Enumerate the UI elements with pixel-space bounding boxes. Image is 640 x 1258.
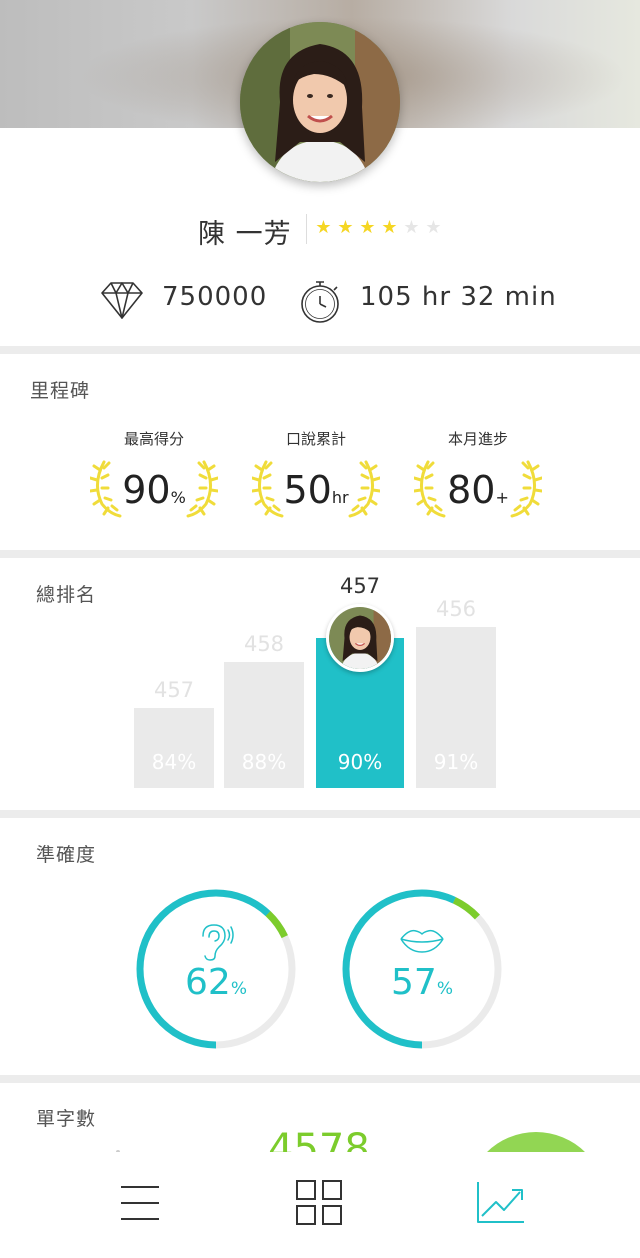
milestone-label: 本月進步 <box>447 430 508 448</box>
nav-grid-button[interactable] <box>290 1180 350 1230</box>
words-title: 單字數 <box>36 1108 97 1130</box>
profile-stats: 750000 105 hr 32 min <box>0 276 640 324</box>
milestone-label: 口說累計 <box>285 430 346 448</box>
ranking-bar-rank: 457 <box>153 678 195 702</box>
ranking-bar-rank: 458 <box>243 632 285 656</box>
section-separator <box>0 1075 640 1083</box>
ranking-bar-percent: 90% <box>337 750 383 774</box>
profile-name-row: 陳 一芳 ★ ★ ★ ★ ★ ★ <box>0 208 640 252</box>
star-filled-icon: ★ <box>359 217 376 238</box>
ranking-title: 總排名 <box>36 584 97 606</box>
star-filled-icon: ★ <box>381 217 398 238</box>
milestone-value: 50hr <box>283 468 349 512</box>
star-empty-icon: ★ <box>403 217 420 238</box>
milestones-title: 里程碑 <box>30 380 91 402</box>
listening-accuracy-value: 62% <box>185 962 247 1003</box>
milestone-item: 最高得分 90% <box>84 428 224 528</box>
diamond-icon <box>100 278 144 326</box>
accuracy-title: 準確度 <box>36 844 97 866</box>
grid-icon <box>296 1180 344 1230</box>
profile-avatar[interactable] <box>240 22 400 182</box>
bottom-navigation <box>0 1152 640 1258</box>
ranking-bar-percent: 91% <box>433 750 479 774</box>
ear-icon <box>195 922 235 966</box>
speaking-accuracy-value: 57% <box>391 962 453 1003</box>
milestone-value: 90% <box>122 468 186 512</box>
milestone-item: 本月進步 80+ <box>408 428 548 528</box>
nav-chart-button[interactable] <box>470 1180 530 1230</box>
nav-menu-button[interactable] <box>110 1180 170 1230</box>
chart-icon <box>474 1180 526 1230</box>
ranking-bar-rank: 456 <box>435 597 477 621</box>
star-empty-icon: ★ <box>425 217 442 238</box>
ranking-bar <box>134 708 214 788</box>
menu-icon <box>120 1183 160 1227</box>
name-divider <box>306 214 307 244</box>
speaking-accuracy-ring[interactable]: 57% <box>339 886 505 1052</box>
stopwatch-icon <box>298 278 342 328</box>
star-filled-icon: ★ <box>315 217 332 238</box>
star-filled-icon: ★ <box>337 217 354 238</box>
ranking-bar-percent: 88% <box>241 750 287 774</box>
section-separator <box>0 346 640 354</box>
ranking-user-avatar[interactable] <box>326 604 394 672</box>
ranking-bar-rank: 457 <box>339 574 381 598</box>
milestone-label: 最高得分 <box>123 430 184 448</box>
listening-accuracy-ring[interactable]: 62% <box>133 886 299 1052</box>
points-value: 750000 <box>162 282 268 312</box>
milestone-value: 80+ <box>447 468 509 512</box>
profile-name: 陳 一芳 <box>198 219 292 250</box>
section-separator <box>0 810 640 818</box>
lips-icon <box>399 926 445 960</box>
rating-stars: ★ ★ ★ ★ ★ ★ <box>314 217 443 238</box>
time-value: 105 hr 32 min <box>360 282 557 312</box>
milestone-item: 口說累計 50hr <box>246 428 386 528</box>
section-separator <box>0 550 640 558</box>
ranking-bar-percent: 84% <box>151 750 197 774</box>
